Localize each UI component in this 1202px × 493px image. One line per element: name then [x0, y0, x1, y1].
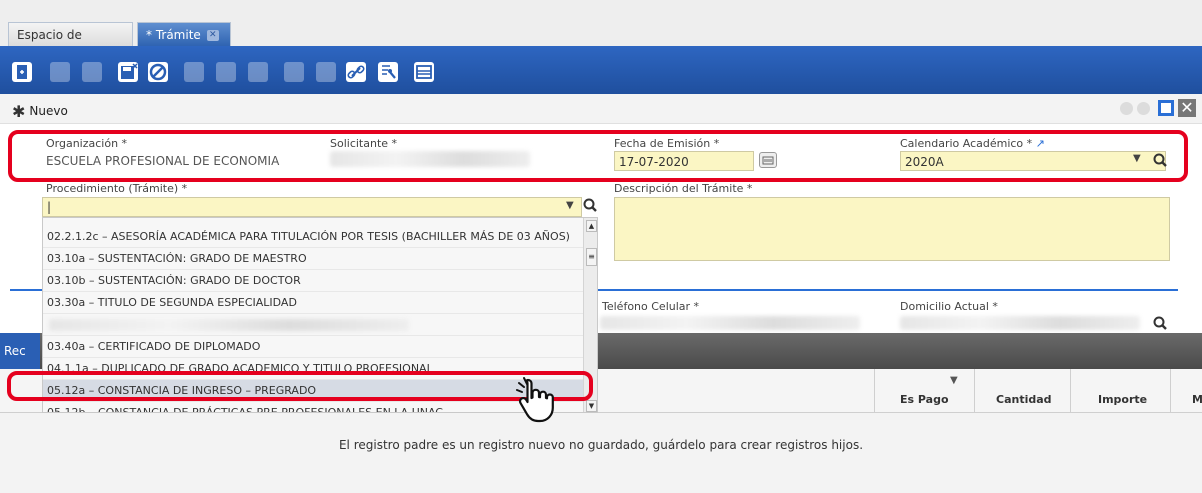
grid-empty-message: El registro padre es un registro nuevo n… — [338, 438, 864, 452]
highlight-box-header-fields — [8, 130, 1188, 182]
procedimiento-search-icon[interactable] — [582, 196, 598, 214]
tab-tramite-label: * Trámite — [146, 28, 201, 42]
process-icon[interactable] — [378, 62, 398, 82]
tab-tramite[interactable]: * Trámite ✕ — [137, 22, 231, 46]
save-close-icon[interactable] — [118, 62, 138, 82]
hand-pointer-icon — [515, 376, 559, 424]
grid-column-m[interactable]: M — [1192, 393, 1202, 406]
grid-divider — [1070, 369, 1071, 413]
grid-body — [0, 413, 1202, 493]
telefono-value-blurred — [600, 316, 860, 330]
list-item[interactable]: 03.30a – TITULO DE SEGUNDA ESPECIALIDAD — [43, 292, 583, 314]
descripcion-textarea[interactable] — [614, 197, 1170, 261]
grid-divider — [1170, 369, 1171, 413]
link-icon[interactable] — [346, 62, 366, 82]
list-item[interactable]: 02.2.1.2c – ASESORÍA ACADÉMICA PARA TITU… — [43, 226, 583, 248]
list-item[interactable]: 03.10b – SUSTENTACIÓN: GRADO DE DOCTOR — [43, 270, 583, 292]
refresh-icon[interactable] — [216, 62, 236, 82]
procedimiento-dropdown-icon[interactable]: ▼ — [566, 200, 574, 211]
toolbar — [0, 46, 1202, 94]
new-record-icon[interactable] — [12, 62, 32, 82]
maximize-icon[interactable] — [1158, 100, 1174, 116]
previous-icon[interactable] — [1120, 102, 1133, 115]
delete-icon[interactable] — [184, 62, 204, 82]
blurred-text — [49, 319, 409, 331]
record-header: ✱ Nuevo ✕ — [0, 94, 1202, 124]
section-divider — [598, 289, 1178, 291]
highlight-box-selected-option — [7, 371, 593, 401]
next-icon[interactable] — [1137, 102, 1150, 115]
list-item[interactable]: 03.40a – CERTIFICADO DE DIPLOMADO — [43, 336, 583, 358]
close-icon[interactable]: ✕ — [1178, 99, 1196, 117]
record-title-text: Nuevo — [29, 104, 68, 118]
copy-icon[interactable] — [50, 62, 70, 82]
procedimiento-input[interactable]: | — [42, 197, 582, 217]
descripcion-label: Descripción del Trámite * — [614, 182, 753, 195]
history-icon[interactable] — [316, 62, 336, 82]
tab-workspace[interactable]: Espacio de trabajo — [8, 22, 133, 66]
domicilio-label: Domicilio Actual * — [900, 300, 998, 313]
grid-column-menu-icon[interactable]: ▼ — [950, 375, 958, 386]
domicilio-search-icon[interactable] — [1152, 314, 1168, 332]
list-item[interactable]: 05.12b – CONSTANCIA DE PRÁCTICAS PRE PRO… — [43, 402, 583, 412]
grid-column-es-pago[interactable]: Es Pago — [900, 393, 949, 406]
grid-column-importe[interactable]: Importe — [1098, 393, 1147, 406]
grid-divider — [874, 369, 875, 413]
telefono-label: Teléfono Celular * — [602, 300, 700, 313]
print-icon[interactable] — [248, 62, 268, 82]
list-item-blurred[interactable] — [43, 314, 583, 336]
scroll-up-icon[interactable]: ▲ — [586, 220, 597, 232]
detail-tab[interactable]: Rec — [0, 333, 40, 369]
list-item[interactable]: 03.10a – SUSTENTACIÓN: GRADO DE MAESTRO — [43, 248, 583, 270]
scroll-thumb[interactable]: ≡ — [586, 248, 597, 266]
ignore-icon[interactable] — [148, 62, 168, 82]
save-icon[interactable] — [82, 62, 102, 82]
grid-divider — [974, 369, 975, 413]
procedimiento-label: Procedimiento (Trámite) * — [46, 182, 188, 195]
grid-column-cantidad[interactable]: Cantidad — [996, 393, 1052, 406]
attachment-icon[interactable] — [284, 62, 304, 82]
section-divider-left — [10, 289, 42, 291]
domicilio-value-blurred — [900, 316, 1140, 330]
asterisk-icon: ✱ — [12, 102, 26, 121]
tab-bar: Espacio de trabajo * Trámite ✕ — [0, 0, 1202, 66]
close-tab-icon[interactable]: ✕ — [206, 30, 219, 41]
record-title: ✱ Nuevo — [12, 102, 68, 121]
form-view-icon[interactable] — [414, 62, 434, 82]
scroll-down-icon[interactable]: ▼ — [586, 400, 597, 412]
